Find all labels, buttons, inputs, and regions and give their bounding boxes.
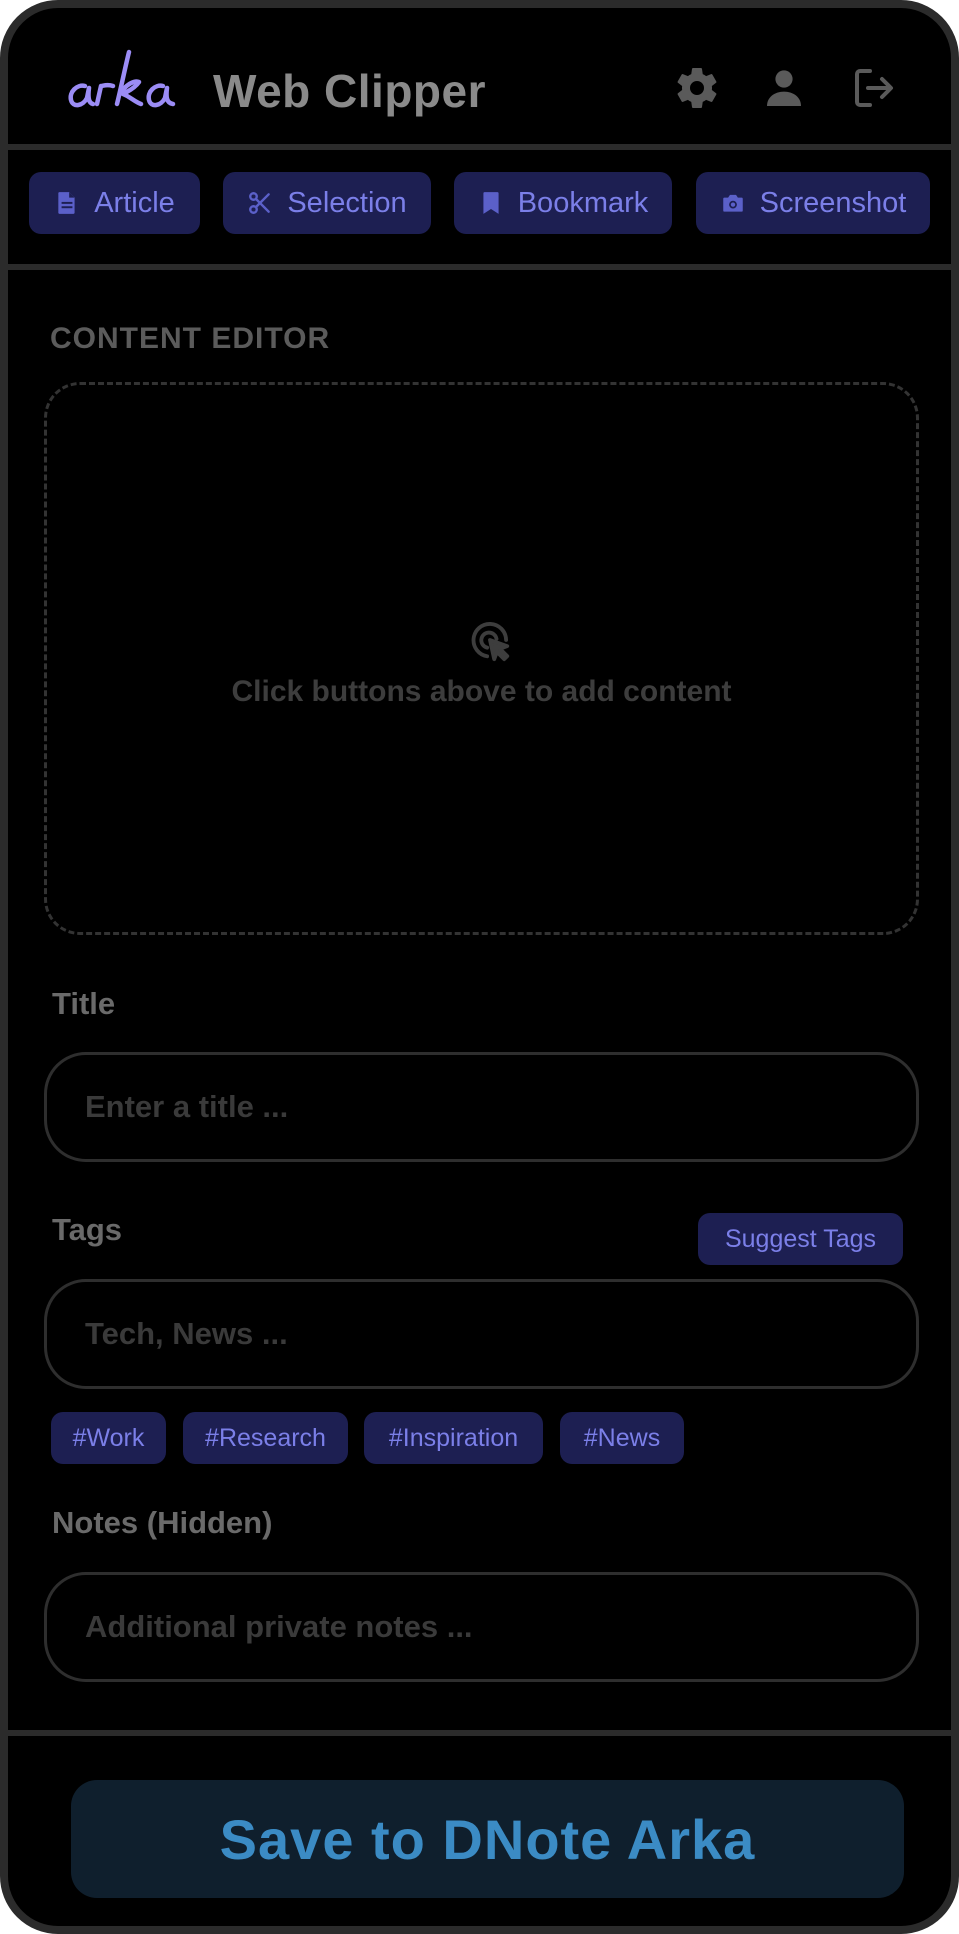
app-title: Web Clipper [213,65,487,117]
click-cursor-icon [471,622,510,662]
tab-bookmark[interactable]: Bookmark [454,172,672,234]
dropzone-empty-text: Click buttons above to add content [231,675,732,708]
tags-label: Tags [52,1212,123,1247]
arka-logo [68,49,176,108]
header: Web Clipper [8,8,951,144]
tab-label: Screenshot [759,186,907,219]
title-label: Title [52,986,116,1021]
tag-chip-news[interactable]: #News [560,1412,684,1464]
tag-chip-work[interactable]: #Work [51,1412,166,1464]
camera-icon [722,194,743,212]
title-input[interactable] [44,1052,919,1162]
tab-screenshot[interactable]: Screenshot [696,172,930,234]
tags-input[interactable] [44,1279,919,1389]
header-divider [8,144,951,150]
user-icon[interactable] [760,64,808,112]
scissors-icon [249,192,271,214]
suggest-tags-button[interactable]: Suggest Tags [698,1213,903,1265]
content-editor-label: CONTENT EDITOR [50,322,331,355]
document-icon [58,192,75,214]
gear-icon[interactable] [673,64,721,112]
tabs-divider [8,264,951,270]
notes-label: Notes (Hidden) [52,1505,273,1540]
tab-label: Selection [287,186,407,219]
save-button[interactable]: Save to DNote Arka [71,1780,904,1898]
bookmark-icon [483,192,499,214]
content-dropzone[interactable]: Click buttons above to add content [44,382,919,935]
app-frame: Web Clipper Article Selection Bookmark S… [0,0,959,1934]
footer-divider [8,1730,951,1736]
tag-chip-inspiration[interactable]: #Inspiration [364,1412,543,1464]
tab-label: Bookmark [517,186,649,219]
tab-label: Article [94,186,175,219]
tab-article[interactable]: Article [29,172,200,234]
tag-chip-research[interactable]: #Research [183,1412,348,1464]
tab-selection[interactable]: Selection [223,172,431,234]
notes-input[interactable] [44,1572,919,1682]
logout-icon[interactable] [850,64,898,112]
